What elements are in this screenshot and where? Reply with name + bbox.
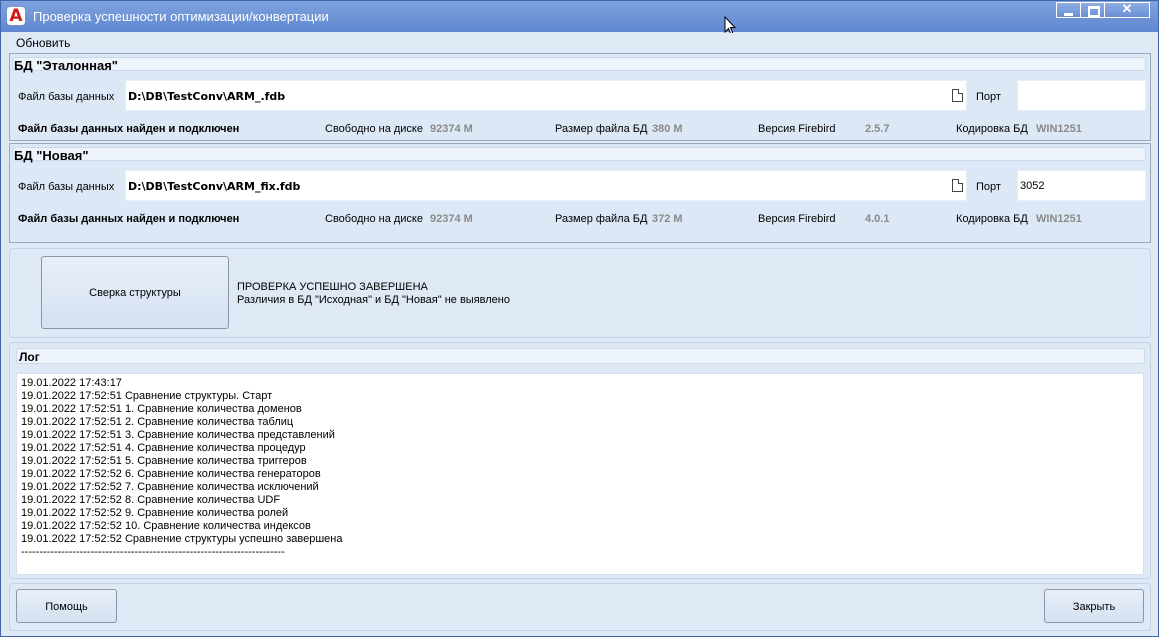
db-new-port-field[interactable]: 3052 — [1017, 170, 1146, 201]
file-label: Файл базы данных — [18, 181, 115, 193]
menu-refresh[interactable]: Обновить — [16, 36, 70, 50]
log-line: 19.01.2022 17:52:51 Сравнение структуры.… — [21, 390, 273, 402]
app-logo-icon: A — [7, 6, 25, 26]
minimize-icon[interactable] — [1056, 2, 1080, 18]
port-label: Порт — [976, 181, 1001, 193]
db-reference-port-field[interactable] — [1017, 80, 1146, 111]
log-line: 19.01.2022 17:52:51 3. Сравнение количес… — [21, 429, 335, 441]
log-line: 19.01.2022 17:52:52 6. Сравнение количес… — [21, 468, 321, 480]
menu-bar: Обновить — [2, 33, 1157, 51]
firebird-version-value: 4.0.1 — [865, 213, 890, 225]
app-window: A Проверка успешности оптимизации/конвер… — [0, 0, 1159, 637]
encoding-value: WIN1251 — [1036, 123, 1082, 135]
db-reference-file-path: D:\DB\TestConv\ARM_.fdb — [128, 90, 286, 103]
close-icon[interactable]: ✕ — [1104, 1, 1150, 18]
db-new-file-path: D:\DB\TestConv\ARM_fix.fdb — [128, 180, 301, 193]
result-title: ПРОВЕРКА УСПЕШНО ЗАВЕРШЕНА — [237, 281, 428, 293]
db-new-group: БД "Новая" Файл базы данных D:\DB\TestCo… — [9, 143, 1151, 243]
compare-structure-button[interactable]: Сверка структуры — [41, 256, 229, 329]
free-space-label: Свободно на диске — [325, 213, 423, 225]
log-line: 19.01.2022 17:52:51 1. Сравнение количес… — [21, 403, 302, 415]
db-reference-title: БД "Эталонная" — [14, 58, 118, 73]
compare-structure-label: Сверка структуры — [89, 287, 181, 299]
window-controls: ✕ — [1056, 1, 1150, 19]
db-reference-file-field[interactable]: D:\DB\TestConv\ARM_.fdb — [125, 80, 967, 111]
encoding-label: Кодировка БД — [956, 213, 1028, 225]
log-textarea[interactable]: 19.01.2022 17:43:17 19.01.2022 17:52:51 С… — [16, 373, 1144, 575]
port-label: Порт — [976, 91, 1001, 103]
log-line: 19.01.2022 17:43:17 — [21, 377, 122, 389]
db-reference-group: БД "Эталонная" Файл базы данных D:\DB\Te… — [9, 53, 1151, 141]
log-line: 19.01.2022 17:52:52 8. Сравнение количес… — [21, 494, 281, 506]
check-panel: Сверка структуры ПРОВЕРКА УСПЕШНО ЗАВЕРШ… — [9, 248, 1151, 338]
file-size-label: Размер файла БД — [555, 213, 648, 225]
db-new-file-field[interactable]: D:\DB\TestConv\ARM_fix.fdb — [125, 170, 967, 201]
result-detail: Различия в БД "Исходная" и БД "Новая" не… — [237, 294, 510, 306]
db-new-port-value: 3052 — [1020, 180, 1045, 192]
log-line: 19.01.2022 17:52:52 10. Сравнение количе… — [21, 520, 311, 532]
log-line: 19.01.2022 17:52:52 7. Сравнение количес… — [21, 481, 319, 493]
db-reference-status: Файл базы данных найден и подключен — [18, 123, 240, 135]
free-space-label: Свободно на диске — [325, 123, 423, 135]
group-header — [12, 147, 1146, 161]
open-file-icon[interactable] — [952, 179, 963, 192]
firebird-version-label: Версия Firebird — [758, 123, 836, 135]
log-line: 19.01.2022 17:52:51 4. Сравнение количес… — [21, 442, 306, 454]
encoding-value: WIN1251 — [1036, 213, 1082, 225]
close-button[interactable]: Закрыть — [1044, 589, 1144, 623]
firebird-version-label: Версия Firebird — [758, 213, 836, 225]
file-size-value: 372 М — [652, 213, 683, 225]
free-space-value: 92374 М — [430, 213, 473, 225]
help-button[interactable]: Помощь — [16, 589, 117, 623]
firebird-version-value: 2.5.7 — [865, 123, 890, 135]
close-label: Закрыть — [1072, 601, 1116, 613]
file-size-value: 380 М — [652, 123, 683, 135]
free-space-value: 92374 М — [430, 123, 473, 135]
db-new-status: Файл базы данных найден и подключен — [18, 213, 240, 225]
maximize-icon[interactable] — [1080, 2, 1104, 18]
log-header — [16, 348, 1145, 364]
file-label: Файл базы данных — [18, 91, 115, 103]
window-title: Проверка успешности оптимизации/конверта… — [33, 9, 329, 24]
footer-panel — [9, 583, 1151, 631]
db-new-title: БД "Новая" — [14, 148, 89, 163]
log-line: 19.01.2022 17:52:52 9. Сравнение количес… — [21, 507, 289, 519]
log-line: 19.01.2022 17:52:51 5. Сравнение количес… — [21, 455, 307, 467]
help-label: Помощь — [45, 601, 88, 613]
log-line: ----------------------------------------… — [21, 546, 285, 558]
log-title: Лог — [19, 350, 40, 364]
title-bar[interactable]: A Проверка успешности оптимизации/конвер… — [1, 1, 1158, 32]
log-line: 19.01.2022 17:52:52 Сравнение структуры … — [21, 533, 343, 545]
file-size-label: Размер файла БД — [555, 123, 648, 135]
encoding-label: Кодировка БД — [956, 123, 1028, 135]
log-line: 19.01.2022 17:52:51 2. Сравнение количес… — [21, 416, 294, 428]
group-header — [12, 57, 1146, 71]
open-file-icon[interactable] — [952, 89, 963, 102]
